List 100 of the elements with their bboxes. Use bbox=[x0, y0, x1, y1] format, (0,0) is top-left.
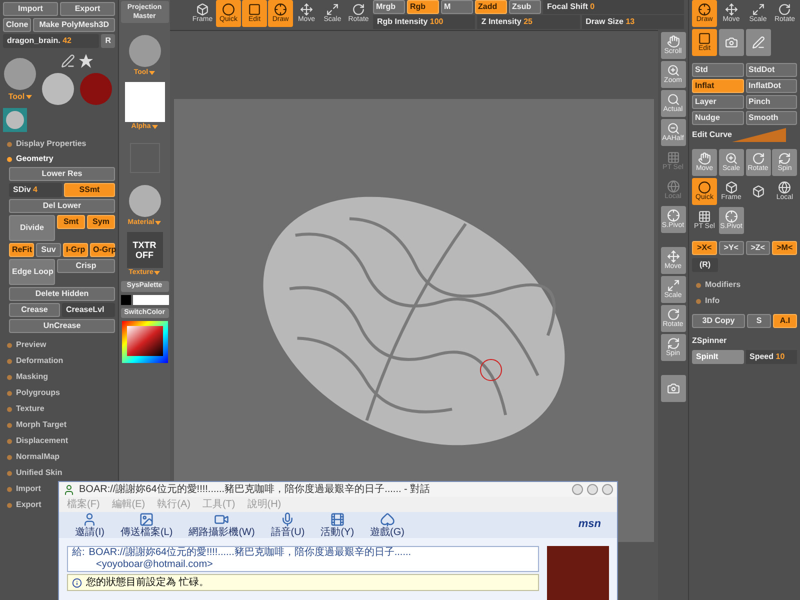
slider-field[interactable]: Focal Shift 0 bbox=[543, 0, 684, 14]
curve-graph[interactable] bbox=[732, 128, 786, 142]
panel-button[interactable]: Import bbox=[3, 2, 58, 16]
menu-item[interactable]: 編輯(E) bbox=[112, 497, 146, 512]
edit-curve-label[interactable]: Edit Curve bbox=[692, 129, 732, 141]
move-icon bbox=[300, 3, 313, 16]
r-button[interactable]: (R) bbox=[692, 258, 718, 272]
panel-button[interactable]: InflatDot bbox=[746, 79, 797, 93]
alpha-swatch[interactable] bbox=[124, 82, 164, 122]
panel-button[interactable]: Layer bbox=[692, 95, 744, 109]
panel-button[interactable]: >X< bbox=[692, 241, 717, 255]
menu-item[interactable]: NormalMap bbox=[16, 451, 60, 463]
toolbar-button[interactable]: 語音(U) bbox=[270, 512, 305, 538]
toolbar-button[interactable]: 邀請(I) bbox=[75, 512, 104, 538]
panel-button[interactable]: Inflat bbox=[692, 79, 744, 93]
panel-button[interactable]: >M< bbox=[772, 241, 797, 255]
window-control[interactable] bbox=[587, 484, 598, 495]
panel-button[interactable]: ReFit bbox=[9, 243, 34, 257]
section-title[interactable]: Display Properties bbox=[16, 138, 86, 150]
camera-icon bbox=[666, 382, 680, 395]
panel-button[interactable]: Suv bbox=[36, 243, 61, 257]
panel-button[interactable]: Rgb bbox=[407, 0, 439, 14]
reset-button[interactable]: R bbox=[101, 34, 115, 48]
color-picker-drawing[interactable] bbox=[122, 321, 168, 363]
color-swatch[interactable] bbox=[120, 294, 130, 304]
panel-button[interactable]: Lower Res bbox=[9, 167, 115, 181]
panel-button[interactable]: I-Grp bbox=[63, 243, 88, 257]
panel-button[interactable]: S bbox=[747, 314, 771, 328]
slider-field[interactable]: Draw Size 13 bbox=[582, 15, 684, 29]
menu-item[interactable]: Masking bbox=[16, 371, 48, 383]
menu-item[interactable]: Displacement bbox=[16, 435, 68, 447]
color-swatch[interactable] bbox=[132, 294, 168, 304]
panel-button[interactable]: Crease bbox=[9, 303, 60, 317]
menu-item[interactable]: 說明(H) bbox=[247, 497, 282, 512]
menu-item[interactable]: Deformation bbox=[16, 355, 64, 367]
section-title[interactable]: Modifiers bbox=[705, 279, 741, 291]
panel-button[interactable]: Delete Hidden bbox=[9, 287, 115, 301]
panel-button[interactable]: Zsub bbox=[509, 0, 541, 14]
texture-button[interactable]: TXTR OFF bbox=[126, 232, 162, 268]
slider-field[interactable]: Rgb Intensity 100 bbox=[373, 15, 476, 29]
toolbar-button[interactable]: 網路攝影機(W) bbox=[188, 512, 255, 538]
panel-button[interactable]: Pinch bbox=[746, 95, 797, 109]
slider-field[interactable]: CreaseLvl bbox=[62, 303, 115, 317]
brain-thumbnail bbox=[3, 57, 37, 91]
panel-button[interactable]: Edge Loop bbox=[9, 259, 55, 285]
panel-button[interactable]: Make PolyMesh3D bbox=[33, 18, 115, 32]
zoom-out-icon bbox=[666, 122, 680, 135]
window-control[interactable] bbox=[602, 484, 613, 495]
section-title[interactable]: Geometry bbox=[16, 153, 54, 165]
crosshair-icon bbox=[698, 3, 711, 16]
toolbar-button[interactable]: 活動(Y) bbox=[320, 512, 354, 538]
panel-button[interactable]: Smooth bbox=[746, 111, 797, 125]
panel-button[interactable]: Mrgb bbox=[373, 0, 405, 14]
section-title[interactable]: Info bbox=[705, 295, 720, 307]
menu-item[interactable]: Import bbox=[16, 483, 41, 495]
panel-button[interactable]: >Z< bbox=[746, 241, 770, 255]
panel-button[interactable]: A.I bbox=[773, 314, 797, 328]
tool-button[interactable] bbox=[746, 29, 770, 56]
menu-item[interactable]: 執行(A) bbox=[157, 497, 190, 512]
panel-button[interactable]: SSmt bbox=[64, 183, 115, 197]
panel-button[interactable]: Sym bbox=[87, 215, 115, 229]
panel-button[interactable]: Crisp bbox=[57, 259, 115, 273]
slider-field[interactable]: Speed 10 bbox=[746, 350, 797, 364]
recipient-name: BOAR://謝謝妳64位元的愛!!!!......豬巴克咖啡，陪你度過最艱辛的日子...... bbox=[88, 547, 412, 559]
caret-icon bbox=[26, 95, 32, 99]
tool-thumbnail[interactable] bbox=[3, 108, 27, 132]
toolbar-button[interactable]: 傳送檔案(L) bbox=[120, 512, 173, 538]
tool-name-field[interactable]: dragon_brain. 42 bbox=[3, 34, 100, 48]
tool-label[interactable]: Tool bbox=[8, 91, 25, 103]
menu-item[interactable]: Preview bbox=[16, 339, 46, 351]
panel-button[interactable]: M bbox=[441, 0, 473, 14]
menu-item[interactable]: Morph Target bbox=[16, 419, 67, 431]
globe-icon bbox=[666, 180, 680, 193]
panel-button[interactable]: Del Lower bbox=[9, 199, 115, 213]
menu-item[interactable]: 工具(T) bbox=[202, 497, 236, 512]
menu-item[interactable]: Texture bbox=[16, 403, 44, 415]
panel-button[interactable]: Divide bbox=[9, 215, 55, 241]
panel-button[interactable]: Nudge bbox=[692, 111, 744, 125]
slider-field[interactable]: SDiv 4 bbox=[9, 183, 62, 197]
nav-button[interactable] bbox=[660, 375, 686, 402]
panel-button[interactable]: UnCrease bbox=[9, 319, 115, 333]
panel-button[interactable]: Smt bbox=[57, 215, 85, 229]
slider-field[interactable]: Z Intensity 25 bbox=[477, 15, 580, 29]
menu-item[interactable]: Export bbox=[16, 499, 42, 511]
panel-button[interactable]: Clone bbox=[3, 18, 32, 32]
panel-button[interactable]: >Y< bbox=[718, 241, 744, 255]
panel-button[interactable]: Export bbox=[60, 2, 115, 16]
panel-button[interactable]: StdDot bbox=[746, 63, 797, 77]
cube-icon bbox=[196, 3, 209, 16]
panel-button[interactable]: Std bbox=[692, 63, 744, 77]
panel-button[interactable]: Zadd bbox=[475, 0, 507, 14]
menu-item[interactable]: Unified Skin bbox=[16, 467, 62, 479]
window-control[interactable] bbox=[572, 484, 583, 495]
menu-item[interactable]: 檔案(F) bbox=[67, 497, 100, 512]
panel-button[interactable]: 3D Copy bbox=[692, 314, 745, 328]
spinit-button[interactable]: SpinIt bbox=[692, 350, 744, 364]
circle-icon bbox=[222, 3, 235, 16]
toolbar-button[interactable]: 遊戲(G) bbox=[370, 512, 404, 538]
menu-item[interactable]: Polygroups bbox=[16, 387, 60, 399]
tool-button[interactable] bbox=[718, 29, 744, 56]
